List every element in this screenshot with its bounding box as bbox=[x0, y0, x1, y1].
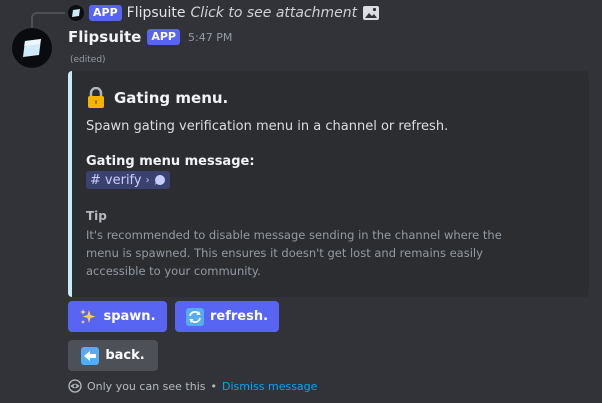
embed-title: Gating menu. bbox=[114, 89, 229, 107]
timestamp[interactable]: 5:47 PM bbox=[188, 31, 232, 44]
channel-link[interactable]: # verify › bbox=[86, 171, 170, 189]
reply-avatar[interactable] bbox=[68, 5, 84, 21]
reply-preview[interactable]: APP Flipsuite Click to see attachment bbox=[68, 3, 380, 23]
app-logo-icon bbox=[72, 9, 80, 17]
back-button[interactable]: back. bbox=[68, 340, 158, 371]
username[interactable]: Flipsuite bbox=[68, 28, 141, 46]
separator: • bbox=[210, 379, 218, 393]
refresh-button[interactable]: refresh. bbox=[175, 301, 279, 332]
tip-heading: Tip bbox=[86, 209, 107, 223]
image-icon bbox=[363, 6, 380, 20]
message-header: Flipsuite APP 5:47 PM bbox=[68, 27, 232, 47]
refresh-label: refresh. bbox=[209, 309, 269, 324]
channel-name: verify bbox=[104, 172, 142, 188]
dismiss-message-link[interactable]: Dismiss message bbox=[222, 380, 317, 393]
app-badge: APP bbox=[147, 29, 180, 45]
edited-label: (edited) bbox=[70, 55, 106, 65]
spawn-label: spawn. bbox=[103, 309, 156, 324]
left-arrow-icon bbox=[81, 346, 100, 365]
spawn-button[interactable]: spawn. bbox=[68, 301, 167, 332]
reply-app-badge: APP bbox=[89, 5, 122, 21]
ephemeral-text: Only you can see this bbox=[87, 379, 206, 393]
bot-avatar[interactable] bbox=[12, 28, 52, 68]
field-gating-menu-message: Gating menu message: bbox=[86, 154, 255, 169]
reply-username[interactable]: Flipsuite bbox=[127, 5, 186, 21]
app-logo-icon bbox=[23, 39, 41, 57]
speech-bubble-icon bbox=[154, 175, 165, 185]
chevron-right-icon: › bbox=[145, 174, 150, 186]
tip-text: It's recommended to disable message send… bbox=[86, 228, 502, 278]
sparkles-icon bbox=[80, 308, 96, 324]
channel-hash: # bbox=[90, 172, 101, 188]
eye-icon bbox=[68, 379, 82, 393]
lock-icon bbox=[88, 87, 104, 108]
reply-connector bbox=[31, 12, 65, 28]
reply-content[interactable]: Click to see attachment bbox=[191, 5, 358, 21]
ephemeral-notice: Only you can see this • Dismiss message bbox=[68, 379, 317, 393]
embed-title-row: Gating menu. bbox=[86, 87, 228, 109]
embed-card: Gating menu. Spawn gating verification m… bbox=[68, 71, 589, 297]
embed-description: Spawn gating verification menu in a chan… bbox=[86, 119, 449, 134]
refresh-icon bbox=[185, 307, 204, 326]
back-label: back. bbox=[105, 348, 145, 363]
